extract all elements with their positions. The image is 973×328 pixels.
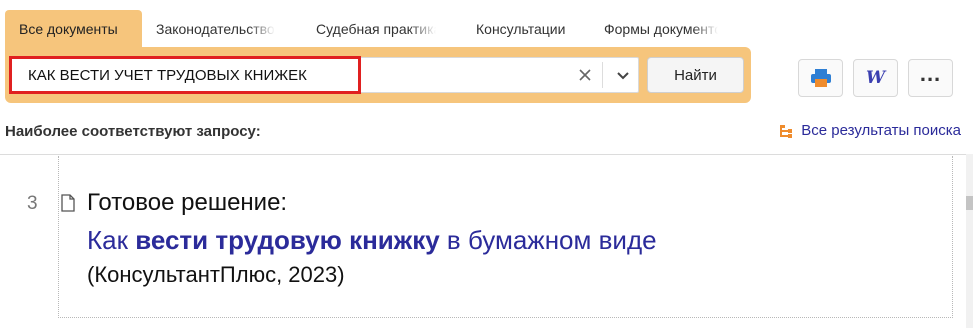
tab-court-practice[interactable]: Судебная практика <box>290 10 450 48</box>
export-word-button[interactable]: W <box>853 59 898 97</box>
tab-label: Формы документов <box>604 21 718 37</box>
search-input[interactable] <box>10 58 560 92</box>
tab-legislation[interactable]: Законодательство <box>142 10 290 48</box>
tab-label: Судебная практика <box>316 21 436 37</box>
search-box <box>9 57 639 93</box>
tab-document-forms[interactable]: Формы документов <box>590 10 732 48</box>
tab-all-documents[interactable]: Все документы <box>5 10 142 48</box>
divider <box>602 62 603 88</box>
result-source: (КонсультантПлюс, 2023) <box>87 262 345 287</box>
title-match: вести трудовую книжку <box>135 225 440 255</box>
clear-search-button[interactable] <box>570 58 600 92</box>
print-button[interactable] <box>798 59 843 97</box>
more-button[interactable]: ... <box>908 59 953 97</box>
results-heading: Наиболее соответствуют запросу: <box>5 123 261 140</box>
document-icon <box>61 194 75 212</box>
word-export-icon: W <box>865 68 886 88</box>
chevron-down-icon <box>617 72 629 80</box>
tab-label: Законодательство <box>156 21 275 37</box>
tab-label: Все документы <box>19 21 118 37</box>
scrollbar-thumb[interactable] <box>966 196 973 210</box>
tab-consultations[interactable]: Консультации <box>450 10 590 48</box>
result-title-link[interactable]: Как вести трудовую книжку в бумажном вид… <box>87 225 657 256</box>
close-icon <box>579 69 591 81</box>
all-results-label: Все результаты поиска <box>801 122 961 139</box>
search-history-dropdown[interactable] <box>608 58 638 92</box>
document-type-tabs: Все документы Законодательство Судебная … <box>5 10 732 48</box>
result-number: 3 <box>27 193 38 214</box>
title-part: в бумажном виде <box>439 225 657 255</box>
more-dots-icon: ... <box>919 61 942 86</box>
find-button[interactable]: Найти <box>647 57 744 93</box>
printer-icon <box>810 69 831 87</box>
tab-label: Консультации <box>476 21 566 37</box>
divider <box>0 154 966 155</box>
tree-list-icon <box>780 124 793 138</box>
result-type-label: Готовое решение: <box>87 189 288 216</box>
search-panel: Найти <box>5 47 751 103</box>
title-part: Как <box>87 225 136 255</box>
all-results-link[interactable]: Все результаты поиска <box>779 122 961 139</box>
scrollbar[interactable] <box>966 154 973 328</box>
